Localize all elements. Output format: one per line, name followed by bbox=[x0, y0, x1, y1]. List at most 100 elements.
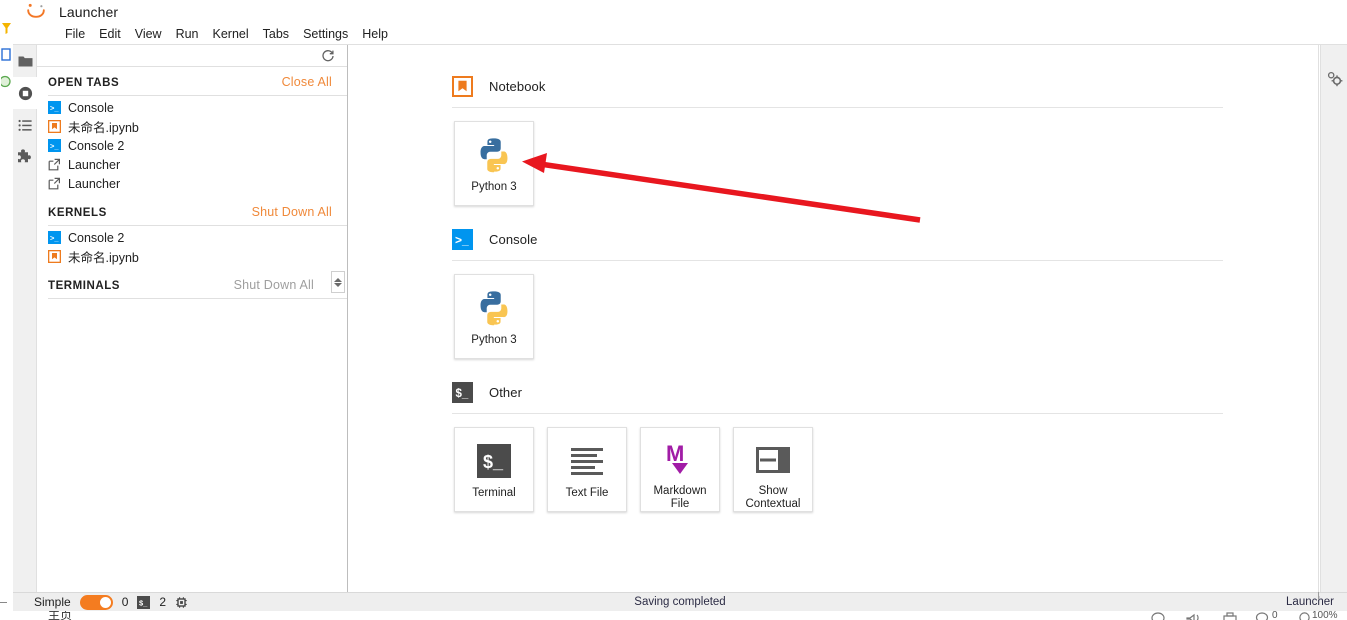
launcher-category-console: >_ Console Python 3 bbox=[452, 226, 1318, 379]
bottom-icon-clock bbox=[1298, 612, 1311, 620]
section-header-terminals: TERMINALS Shut Down All bbox=[37, 270, 347, 298]
os-icon-orange bbox=[1, 22, 12, 35]
console-icon: >_ bbox=[48, 139, 61, 152]
bottom-icon-speaker bbox=[1185, 612, 1203, 620]
right-sidebar-rail bbox=[1320, 45, 1347, 597]
sidebar-item-property-inspector[interactable] bbox=[1321, 58, 1347, 98]
list-item-label: Launcher bbox=[68, 157, 121, 172]
jupyter-logo bbox=[27, 3, 45, 18]
section-divider bbox=[48, 298, 347, 299]
active-tab-indicator[interactable]: Launcher bbox=[1286, 596, 1347, 608]
folder-icon bbox=[18, 56, 32, 66]
window-title: Launcher bbox=[59, 3, 119, 20]
os-strip-divider bbox=[0, 602, 7, 603]
python-logo bbox=[472, 286, 516, 330]
console-card-row: Python 3 bbox=[452, 261, 1318, 379]
markdown-icon: M bbox=[658, 439, 702, 481]
bottom-cut-strip: 主页 0 100% bbox=[0, 611, 1347, 620]
notebook-card-row: Python 3 bbox=[452, 108, 1318, 226]
menu-item-tabs[interactable]: Tabs bbox=[256, 24, 296, 44]
menu-item-settings[interactable]: Settings bbox=[296, 24, 355, 44]
scroll-up-arrow[interactable] bbox=[334, 277, 342, 282]
launcher-card-show-contextual[interactable]: Show Contextual bbox=[733, 427, 813, 512]
list-item-label: 未命名.ipynb bbox=[68, 121, 139, 135]
launcher-card-text-file[interactable]: Text File bbox=[547, 427, 627, 512]
card-label: Python 3 bbox=[471, 334, 517, 346]
os-taskbar-strip bbox=[0, 0, 13, 620]
shut-down-all-terminals-button[interactable]: Shut Down All bbox=[234, 278, 314, 292]
list-item[interactable]: 未命名.ipynb bbox=[37, 247, 347, 266]
menu-bar: File Edit View Run Kernel Tabs Settings … bbox=[13, 23, 1347, 45]
jupyterlab-window: Launcher File Edit View Run Kernel Tabs … bbox=[0, 0, 1347, 620]
category-title: Console bbox=[489, 231, 538, 247]
terminal-count: 0 bbox=[121, 595, 129, 609]
sidebar-item-table-of-contents[interactable] bbox=[13, 109, 37, 141]
menu-item-view[interactable]: View bbox=[128, 24, 169, 44]
shut-down-all-kernels-button[interactable]: Shut Down All bbox=[252, 205, 332, 219]
sidebar-item-file-browser[interactable] bbox=[13, 45, 37, 77]
kernels-list: >_ Console 2 未命名.ipynb bbox=[37, 226, 347, 270]
launcher-card-notebook-python3[interactable]: Python 3 bbox=[454, 121, 534, 206]
svg-text:$_: $_ bbox=[456, 388, 469, 400]
card-label: Show Contextual bbox=[745, 485, 801, 510]
status-message: Saving completed bbox=[634, 596, 726, 608]
category-title: Notebook bbox=[489, 78, 546, 94]
close-all-button[interactable]: Close All bbox=[282, 75, 332, 89]
simple-mode-toggle[interactable] bbox=[79, 594, 113, 610]
list-icon bbox=[18, 119, 32, 131]
scroll-down-arrow[interactable] bbox=[334, 282, 342, 287]
list-item-label: Launcher bbox=[68, 176, 121, 191]
bottom-icon-comment bbox=[1150, 612, 1166, 620]
list-item[interactable]: Launcher bbox=[37, 174, 347, 193]
svg-text:$_: $_ bbox=[139, 598, 148, 607]
section-title: TERMINALS bbox=[48, 280, 121, 292]
svg-text:>_: >_ bbox=[50, 141, 59, 150]
other-card-row: $_ Terminal Text File M Markdown File Sh… bbox=[452, 414, 1318, 532]
card-label: Python 3 bbox=[471, 181, 517, 193]
os-icon-green bbox=[1, 75, 12, 88]
running-sessions-panel: OPEN TABS Close All >_ Console 未命名.ipynb bbox=[37, 45, 348, 597]
launcher-card-markdown-file[interactable]: M Markdown File bbox=[640, 427, 720, 512]
menu-item-edit[interactable]: Edit bbox=[92, 24, 128, 44]
menu-item-file[interactable]: File bbox=[58, 24, 92, 44]
sidebar-item-extension-manager[interactable] bbox=[13, 141, 37, 173]
launcher-card-console-python3[interactable]: Python 3 bbox=[454, 274, 534, 359]
notebook-icon bbox=[452, 75, 473, 97]
list-item[interactable]: >_ Console 2 bbox=[37, 228, 347, 247]
bottom-icon-printer bbox=[1222, 612, 1238, 620]
toggle-knob bbox=[99, 596, 111, 608]
sidebar-item-running-sessions[interactable] bbox=[13, 77, 37, 109]
card-label: Terminal bbox=[472, 487, 516, 499]
sidebar-scroll-stepper[interactable] bbox=[331, 271, 345, 293]
zoom-level-label: 100% bbox=[1312, 611, 1338, 619]
text-file-icon bbox=[565, 439, 609, 483]
launcher-card-terminal[interactable]: $_ Terminal bbox=[454, 427, 534, 512]
section-header-open-tabs: OPEN TABS Close All bbox=[37, 67, 347, 95]
list-item[interactable]: >_ Console bbox=[37, 98, 347, 117]
menu-item-help[interactable]: Help bbox=[355, 24, 395, 44]
menu-item-run[interactable]: Run bbox=[169, 24, 206, 44]
section-title: OPEN TABS bbox=[48, 77, 120, 89]
kernel-icon[interactable] bbox=[175, 596, 188, 609]
list-item[interactable]: Launcher bbox=[37, 155, 347, 174]
notebook-icon bbox=[48, 120, 61, 133]
show-contextual-icon bbox=[751, 439, 795, 481]
bottom-icon-monitor bbox=[1255, 612, 1271, 620]
list-item-label: Console 2 bbox=[68, 138, 125, 153]
refresh-icon[interactable] bbox=[321, 49, 335, 63]
bottom-cut-text: 主页 bbox=[48, 611, 73, 620]
menu-item-kernel[interactable]: Kernel bbox=[206, 24, 256, 44]
svg-text:>_: >_ bbox=[50, 233, 59, 242]
left-sidebar-rail bbox=[13, 45, 37, 597]
title-bar: Launcher bbox=[13, 0, 1347, 23]
console-icon: >_ bbox=[48, 101, 61, 114]
terminal-icon[interactable]: $_ bbox=[137, 595, 151, 609]
list-item[interactable]: 未命名.ipynb bbox=[37, 117, 347, 136]
kernel-count: 2 bbox=[159, 595, 167, 609]
running-sessions-icon bbox=[18, 86, 32, 100]
status-bar-separator bbox=[1318, 592, 1319, 600]
open-tabs-list: >_ Console 未命名.ipynb >_ Console 2 Launch… bbox=[37, 96, 347, 197]
console-icon: >_ bbox=[452, 228, 473, 250]
list-item[interactable]: >_ Console 2 bbox=[37, 136, 347, 155]
launcher-icon bbox=[48, 158, 60, 171]
